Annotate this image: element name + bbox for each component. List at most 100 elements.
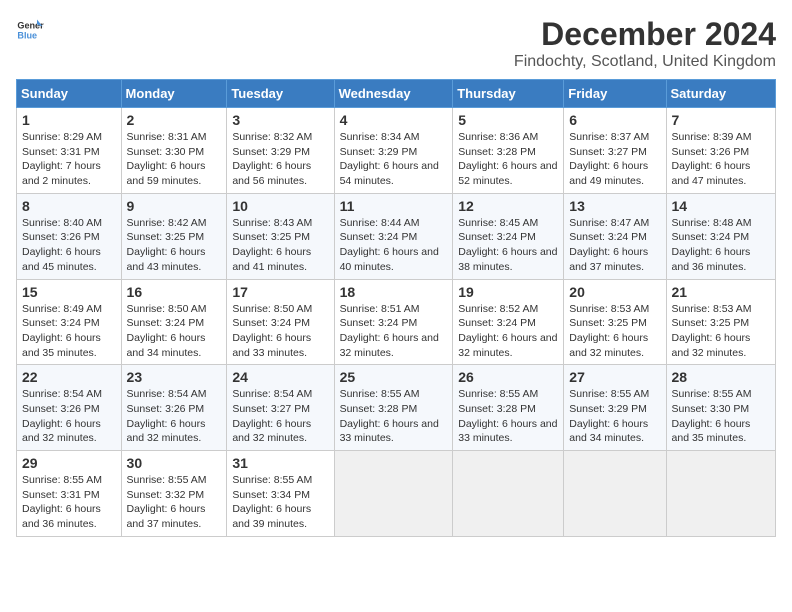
day-info: Sunrise: 8:45 AM Sunset: 3:24 PM Dayligh…: [458, 216, 558, 275]
day-info: Sunrise: 8:55 AM Sunset: 3:34 PM Dayligh…: [232, 473, 328, 532]
calendar-title: December 2024: [514, 16, 776, 53]
table-row: 12 Sunrise: 8:45 AM Sunset: 3:24 PM Dayl…: [453, 193, 564, 279]
col-saturday: Saturday: [666, 80, 775, 108]
table-row: 28 Sunrise: 8:55 AM Sunset: 3:30 PM Dayl…: [666, 365, 775, 451]
day-info: Sunrise: 8:53 AM Sunset: 3:25 PM Dayligh…: [569, 302, 660, 361]
table-row: [564, 451, 666, 537]
day-number: 16: [127, 284, 222, 300]
day-info: Sunrise: 8:39 AM Sunset: 3:26 PM Dayligh…: [672, 130, 770, 189]
table-row: 10 Sunrise: 8:43 AM Sunset: 3:25 PM Dayl…: [227, 193, 334, 279]
table-row: 14 Sunrise: 8:48 AM Sunset: 3:24 PM Dayl…: [666, 193, 775, 279]
day-number: 20: [569, 284, 660, 300]
day-info: Sunrise: 8:31 AM Sunset: 3:30 PM Dayligh…: [127, 130, 222, 189]
day-number: 11: [340, 198, 448, 214]
table-row: 6 Sunrise: 8:37 AM Sunset: 3:27 PM Dayli…: [564, 108, 666, 194]
table-row: [453, 451, 564, 537]
table-row: 29 Sunrise: 8:55 AM Sunset: 3:31 PM Dayl…: [17, 451, 122, 537]
week-row-5: 29 Sunrise: 8:55 AM Sunset: 3:31 PM Dayl…: [17, 451, 776, 537]
calendar-table: Sunday Monday Tuesday Wednesday Thursday…: [16, 79, 776, 537]
day-info: Sunrise: 8:50 AM Sunset: 3:24 PM Dayligh…: [127, 302, 222, 361]
day-number: 27: [569, 369, 660, 385]
table-row: 17 Sunrise: 8:50 AM Sunset: 3:24 PM Dayl…: [227, 279, 334, 365]
table-row: 4 Sunrise: 8:34 AM Sunset: 3:29 PM Dayli…: [334, 108, 453, 194]
day-number: 25: [340, 369, 448, 385]
table-row: 27 Sunrise: 8:55 AM Sunset: 3:29 PM Dayl…: [564, 365, 666, 451]
day-info: Sunrise: 8:48 AM Sunset: 3:24 PM Dayligh…: [672, 216, 770, 275]
table-row: 18 Sunrise: 8:51 AM Sunset: 3:24 PM Dayl…: [334, 279, 453, 365]
day-info: Sunrise: 8:55 AM Sunset: 3:28 PM Dayligh…: [340, 387, 448, 446]
day-number: 23: [127, 369, 222, 385]
table-row: 13 Sunrise: 8:47 AM Sunset: 3:24 PM Dayl…: [564, 193, 666, 279]
day-number: 15: [22, 284, 116, 300]
day-info: Sunrise: 8:53 AM Sunset: 3:25 PM Dayligh…: [672, 302, 770, 361]
week-row-3: 15 Sunrise: 8:49 AM Sunset: 3:24 PM Dayl…: [17, 279, 776, 365]
day-info: Sunrise: 8:44 AM Sunset: 3:24 PM Dayligh…: [340, 216, 448, 275]
calendar-subtitle: Findochty, Scotland, United Kingdom: [514, 53, 776, 71]
table-row: 16 Sunrise: 8:50 AM Sunset: 3:24 PM Dayl…: [121, 279, 227, 365]
day-number: 8: [22, 198, 116, 214]
day-number: 5: [458, 112, 558, 128]
table-row: 21 Sunrise: 8:53 AM Sunset: 3:25 PM Dayl…: [666, 279, 775, 365]
title-block: December 2024 Findochty, Scotland, Unite…: [514, 16, 776, 71]
week-row-2: 8 Sunrise: 8:40 AM Sunset: 3:26 PM Dayli…: [17, 193, 776, 279]
day-number: 10: [232, 198, 328, 214]
col-tuesday: Tuesday: [227, 80, 334, 108]
table-row: 23 Sunrise: 8:54 AM Sunset: 3:26 PM Dayl…: [121, 365, 227, 451]
day-info: Sunrise: 8:55 AM Sunset: 3:28 PM Dayligh…: [458, 387, 558, 446]
col-thursday: Thursday: [453, 80, 564, 108]
day-number: 2: [127, 112, 222, 128]
day-number: 3: [232, 112, 328, 128]
day-info: Sunrise: 8:37 AM Sunset: 3:27 PM Dayligh…: [569, 130, 660, 189]
day-number: 19: [458, 284, 558, 300]
day-number: 12: [458, 198, 558, 214]
week-row-4: 22 Sunrise: 8:54 AM Sunset: 3:26 PM Dayl…: [17, 365, 776, 451]
day-info: Sunrise: 8:42 AM Sunset: 3:25 PM Dayligh…: [127, 216, 222, 275]
day-number: 22: [22, 369, 116, 385]
day-info: Sunrise: 8:55 AM Sunset: 3:32 PM Dayligh…: [127, 473, 222, 532]
page-header: General Blue December 2024 Findochty, Sc…: [16, 16, 776, 71]
table-row: 3 Sunrise: 8:32 AM Sunset: 3:29 PM Dayli…: [227, 108, 334, 194]
table-row: [666, 451, 775, 537]
table-row: 5 Sunrise: 8:36 AM Sunset: 3:28 PM Dayli…: [453, 108, 564, 194]
table-row: 31 Sunrise: 8:55 AM Sunset: 3:34 PM Dayl…: [227, 451, 334, 537]
week-row-1: 1 Sunrise: 8:29 AM Sunset: 3:31 PM Dayli…: [17, 108, 776, 194]
table-row: 20 Sunrise: 8:53 AM Sunset: 3:25 PM Dayl…: [564, 279, 666, 365]
day-info: Sunrise: 8:40 AM Sunset: 3:26 PM Dayligh…: [22, 216, 116, 275]
table-row: 11 Sunrise: 8:44 AM Sunset: 3:24 PM Dayl…: [334, 193, 453, 279]
day-info: Sunrise: 8:55 AM Sunset: 3:31 PM Dayligh…: [22, 473, 116, 532]
day-number: 30: [127, 455, 222, 471]
day-info: Sunrise: 8:52 AM Sunset: 3:24 PM Dayligh…: [458, 302, 558, 361]
col-sunday: Sunday: [17, 80, 122, 108]
table-row: 26 Sunrise: 8:55 AM Sunset: 3:28 PM Dayl…: [453, 365, 564, 451]
table-row: 7 Sunrise: 8:39 AM Sunset: 3:26 PM Dayli…: [666, 108, 775, 194]
day-number: 21: [672, 284, 770, 300]
day-info: Sunrise: 8:50 AM Sunset: 3:24 PM Dayligh…: [232, 302, 328, 361]
day-number: 9: [127, 198, 222, 214]
table-row: 15 Sunrise: 8:49 AM Sunset: 3:24 PM Dayl…: [17, 279, 122, 365]
day-info: Sunrise: 8:54 AM Sunset: 3:26 PM Dayligh…: [127, 387, 222, 446]
table-row: 8 Sunrise: 8:40 AM Sunset: 3:26 PM Dayli…: [17, 193, 122, 279]
table-row: 2 Sunrise: 8:31 AM Sunset: 3:30 PM Dayli…: [121, 108, 227, 194]
table-row: 30 Sunrise: 8:55 AM Sunset: 3:32 PM Dayl…: [121, 451, 227, 537]
logo-icon: General Blue: [16, 16, 44, 44]
day-number: 17: [232, 284, 328, 300]
day-number: 18: [340, 284, 448, 300]
day-info: Sunrise: 8:43 AM Sunset: 3:25 PM Dayligh…: [232, 216, 328, 275]
day-number: 4: [340, 112, 448, 128]
day-info: Sunrise: 8:54 AM Sunset: 3:27 PM Dayligh…: [232, 387, 328, 446]
day-number: 6: [569, 112, 660, 128]
table-row: [334, 451, 453, 537]
logo: General Blue: [16, 16, 44, 44]
col-friday: Friday: [564, 80, 666, 108]
day-number: 29: [22, 455, 116, 471]
day-info: Sunrise: 8:49 AM Sunset: 3:24 PM Dayligh…: [22, 302, 116, 361]
day-info: Sunrise: 8:34 AM Sunset: 3:29 PM Dayligh…: [340, 130, 448, 189]
day-info: Sunrise: 8:47 AM Sunset: 3:24 PM Dayligh…: [569, 216, 660, 275]
day-number: 26: [458, 369, 558, 385]
day-info: Sunrise: 8:29 AM Sunset: 3:31 PM Dayligh…: [22, 130, 116, 189]
table-row: 24 Sunrise: 8:54 AM Sunset: 3:27 PM Dayl…: [227, 365, 334, 451]
table-row: 22 Sunrise: 8:54 AM Sunset: 3:26 PM Dayl…: [17, 365, 122, 451]
day-info: Sunrise: 8:36 AM Sunset: 3:28 PM Dayligh…: [458, 130, 558, 189]
col-wednesday: Wednesday: [334, 80, 453, 108]
table-row: 19 Sunrise: 8:52 AM Sunset: 3:24 PM Dayl…: [453, 279, 564, 365]
